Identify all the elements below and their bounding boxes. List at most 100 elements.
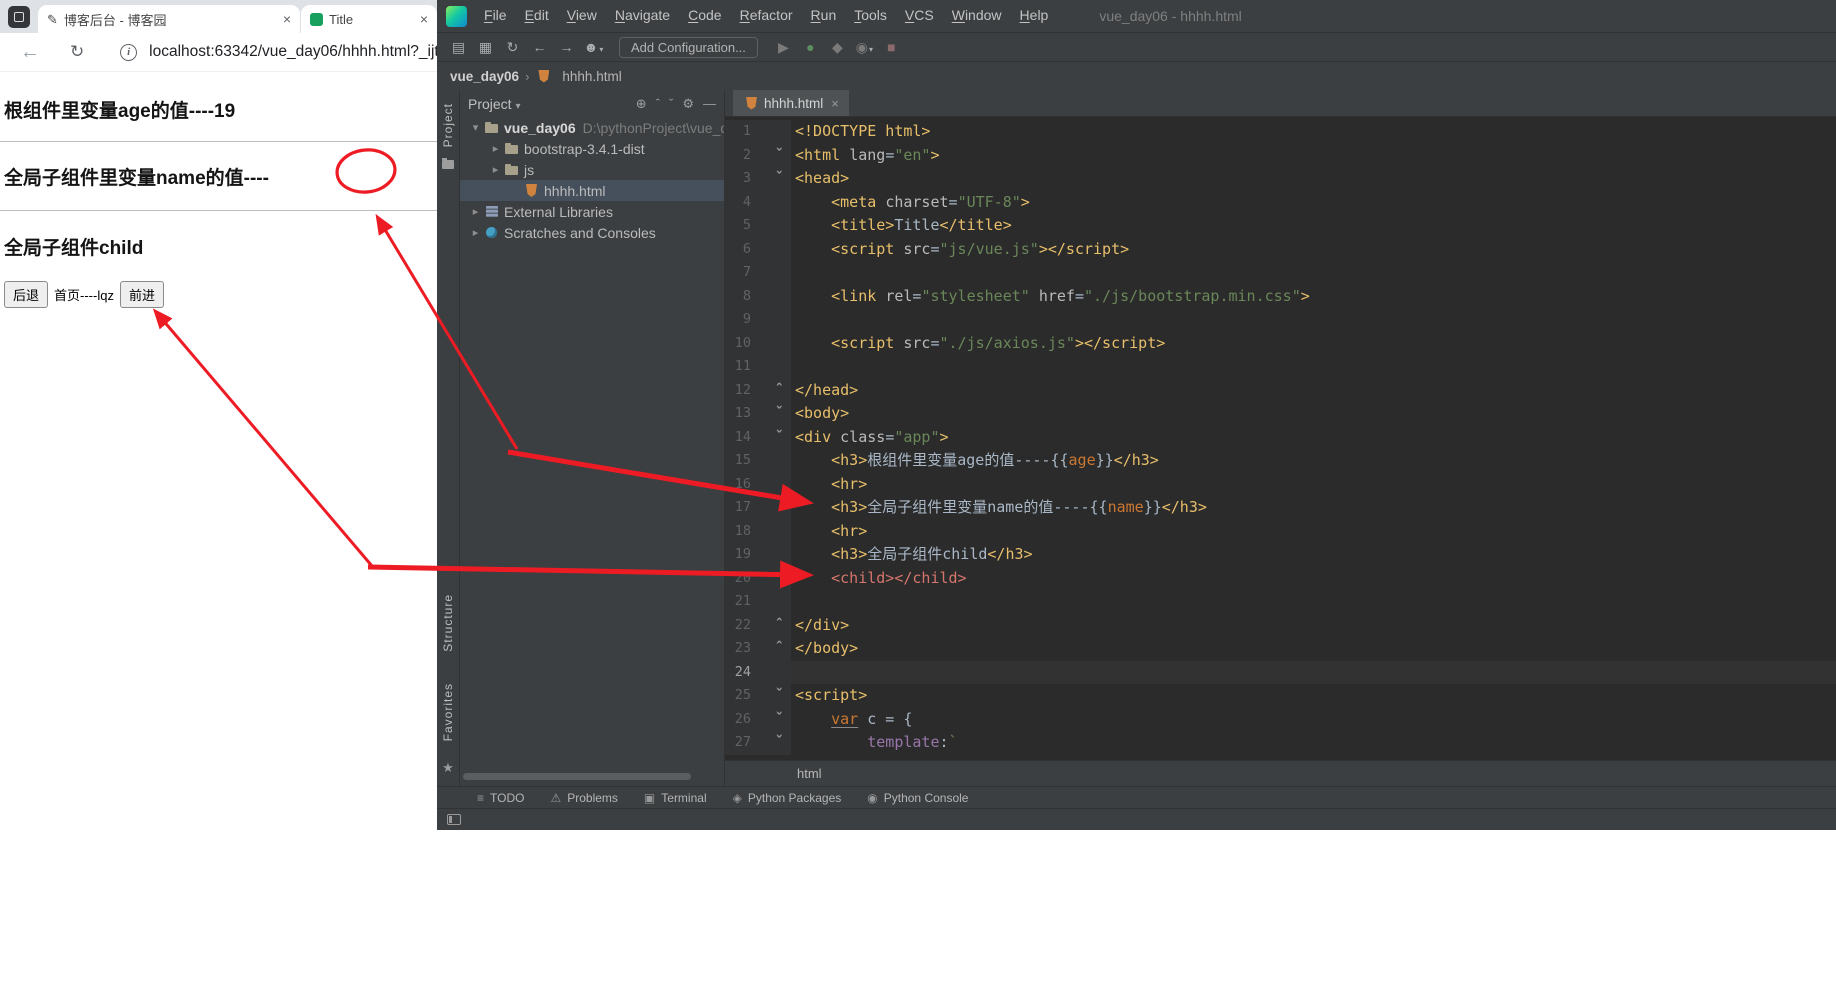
tab-overview-icon[interactable] [8,5,30,28]
run-anything-user-icon[interactable]: ☻▾ [580,39,607,55]
favorites-tool-button[interactable]: Favorites [441,683,455,741]
todo-tab[interactable]: ≡ TODO [477,791,524,805]
menu-code[interactable]: Code [679,7,730,23]
page-info-icon[interactable]: i [120,43,138,61]
project-tool-button[interactable]: Project [441,103,455,147]
menu-tools[interactable]: Tools [845,7,896,23]
save-all-icon[interactable]: ▦ [472,39,499,56]
close-tab-icon[interactable]: × [831,96,839,111]
forward-icon[interactable]: → [553,39,580,55]
project-panel-title[interactable]: Project ▾ [468,96,521,112]
structure-tool-button[interactable]: Structure [441,594,455,652]
tab-close-icon[interactable]: × [420,11,428,27]
code-line-18[interactable]: 18 <hr> [725,519,1836,543]
chevron-icon[interactable]: ▸ [468,226,483,239]
menu-view[interactable]: View [558,7,606,23]
code-line-24[interactable]: 24 [725,660,1836,684]
fold-icon[interactable]: ˇ [751,707,791,731]
horizontal-scrollbar[interactable] [463,773,691,780]
code-line-8[interactable]: 8 <link rel="stylesheet" href="./js/boot… [725,284,1836,308]
chevron-icon[interactable]: ▾ [468,121,483,134]
fold-icon[interactable]: ˇ [751,402,791,426]
tool-windows-toggle-icon[interactable] [447,814,461,825]
folder-icon[interactable] [442,158,454,170]
back-icon[interactable]: ← [526,39,553,55]
code-line-21[interactable]: 21 [725,590,1836,614]
breadcrumb-file[interactable]: hhhh.html [562,69,621,84]
add-configuration-button[interactable]: Add Configuration... [619,36,758,58]
synchronize-icon[interactable]: ↻ [499,39,526,56]
tree-item-js[interactable]: ▸ js [460,159,724,180]
code-line-19[interactable]: 19 <h3>全局子组件child</h3> [725,543,1836,567]
fold-icon[interactable]: ˇ [751,167,791,191]
menu-vcs[interactable]: VCS [896,7,943,23]
code-line-22[interactable]: 22 ˆ </div> [725,613,1836,637]
tree-item-external-libraries[interactable]: ▸ External Libraries [460,201,724,222]
browser-tab-1[interactable]: ✎ 博客后台 - 博客园 × [38,5,300,33]
star-icon[interactable]: ★ [442,760,454,776]
locate-icon[interactable]: ⊕ [636,96,647,111]
chevron-icon[interactable]: ▸ [468,205,483,218]
settings-icon[interactable]: ⚙ [682,96,694,111]
fold-icon[interactable]: ˆ [751,613,791,637]
python-packages-tab[interactable]: ◈ Python Packages [733,791,842,805]
code-line-23[interactable]: 23 ˆ </body> [725,637,1836,661]
code-line-1[interactable]: 1 <!DOCTYPE html> [725,120,1836,144]
problems-tab[interactable]: ⚠ Problems [550,791,617,805]
code-line-5[interactable]: 5 <title>Title</title> [725,214,1836,238]
browser-tab-2[interactable]: Title × [301,5,437,33]
fold-icon[interactable]: ˇ [751,731,791,755]
stop-icon[interactable]: ■ [878,39,905,55]
code-line-9[interactable]: 9 [725,308,1836,332]
chevron-icon[interactable]: ▸ [488,142,503,155]
chevron-icon[interactable]: ▸ [488,163,503,176]
code-line-10[interactable]: 10 <script src="./js/axios.js"></script> [725,331,1836,355]
coverage-icon[interactable]: ◆ [824,39,851,56]
code-line-15[interactable]: 15 <h3>根组件里变量age的值----{{age}}</h3> [725,449,1836,473]
fold-icon[interactable]: ˆ [751,637,791,661]
tree-item-vue-day06[interactable]: ▾ vue_day06 D:\pythonProject\vue_d [460,117,724,138]
fold-icon[interactable]: ˇ [751,425,791,449]
forward-button[interactable]: 前进 [119,281,164,308]
fold-icon[interactable]: ˇ [751,684,791,708]
code-line-14[interactable]: 14 ˇ <div class="app"> [725,425,1836,449]
code-line-16[interactable]: 16 <hr> [725,472,1836,496]
code-line-3[interactable]: 3 ˇ <head> [725,167,1836,191]
menu-file[interactable]: File [475,7,516,23]
address-url[interactable]: localhost:63342/vue_day06/hhhh.html?_ijt [149,43,437,61]
tree-item-scratches-and-consoles[interactable]: ▸ Scratches and Consoles [460,222,724,243]
menu-navigate[interactable]: Navigate [606,7,679,23]
code-editor[interactable]: 1 <!DOCTYPE html> 2 ˇ <html lang="en"> 3 ˇ <hea… [725,117,1836,760]
hide-panel-icon[interactable]: — [703,96,716,111]
editor-breadcrumb-html[interactable]: html [797,766,822,781]
browser-reload-icon[interactable]: ↻ [70,42,84,62]
collapse-all-icon[interactable]: ˇ [669,96,673,111]
code-line-11[interactable]: 11 [725,355,1836,379]
code-line-4[interactable]: 4 <meta charset="UTF-8"> [725,190,1836,214]
profiler-icon[interactable]: ◉▾ [851,39,878,56]
breadcrumb-project[interactable]: vue_day06 [450,69,519,84]
menu-window[interactable]: Window [943,7,1011,23]
code-line-2[interactable]: 2 ˇ <html lang="en"> [725,143,1836,167]
tab-close-icon[interactable]: × [283,11,291,27]
code-line-13[interactable]: 13 ˇ <body> [725,402,1836,426]
python-console-tab[interactable]: ◉ Python Console [867,791,968,805]
back-button[interactable]: 后退 [4,281,49,308]
code-line-6[interactable]: 6 <script src="js/vue.js"></script> [725,237,1836,261]
menu-help[interactable]: Help [1011,7,1058,23]
code-line-27[interactable]: 27 ˇ template:` [725,731,1836,755]
expand-all-icon[interactable]: ˆ [656,96,660,111]
terminal-tab[interactable]: ▣ Terminal [644,791,707,805]
tree-item-bootstrap-3-4-1-dist[interactable]: ▸ bootstrap-3.4.1-dist [460,138,724,159]
run-icon[interactable]: ▶ [770,39,797,56]
menu-run[interactable]: Run [802,7,846,23]
code-line-17[interactable]: 17 <h3>全局子组件里变量name的值----{{name}}</h3> [725,496,1836,520]
browser-back-icon[interactable]: ← [20,41,40,64]
menu-refactor[interactable]: Refactor [731,7,802,23]
code-line-12[interactable]: 12 ˆ </head> [725,378,1836,402]
fold-icon[interactable]: ˆ [751,378,791,402]
code-line-25[interactable]: 25 ˇ <script> [725,684,1836,708]
debug-icon[interactable]: ● [797,39,824,55]
tree-item-hhhh-html[interactable]: hhhh.html [460,180,724,201]
editor-tab-hhhh-html[interactable]: hhhh.html × [733,90,849,116]
